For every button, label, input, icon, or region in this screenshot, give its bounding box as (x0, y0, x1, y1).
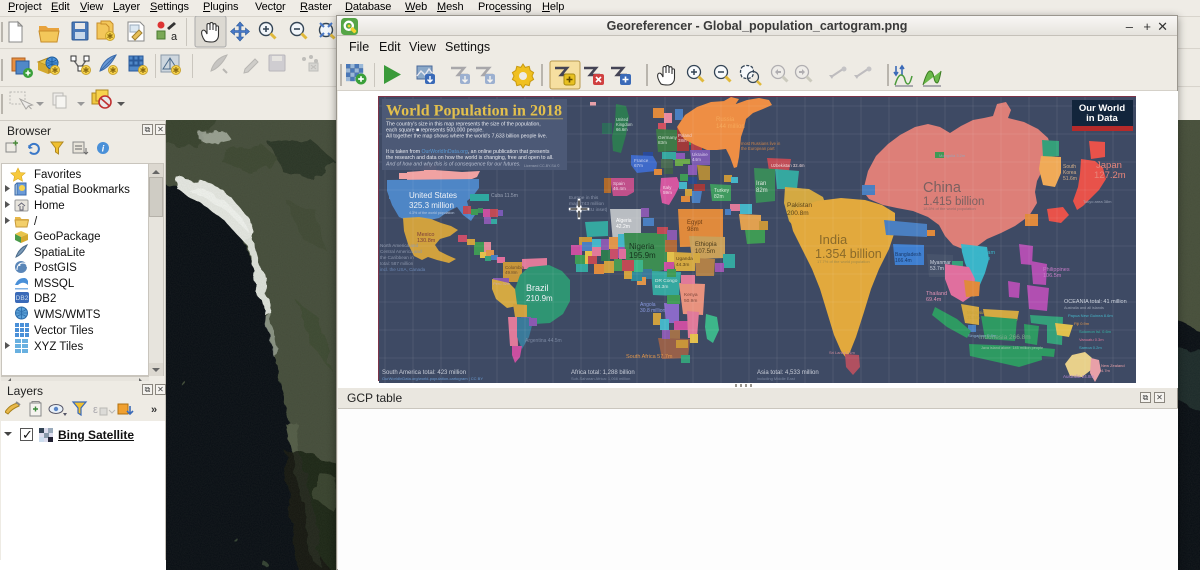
svg-text:Cuba 11.5m: Cuba 11.5m (491, 193, 518, 199)
svg-text:in Data: in Data (1086, 113, 1118, 124)
svg-text:Licensed CC-BY-SA ©: Licensed CC-BY-SA © (524, 164, 560, 168)
svg-text:166.4m: 166.4m (895, 258, 912, 264)
svg-text:325.3 million: 325.3 million (409, 201, 454, 210)
svg-text:144 million: 144 million (716, 124, 745, 130)
svg-text:incl. the USA, Canada: incl. the USA, Canada (380, 267, 426, 272)
svg-text:✱: ✱ (83, 66, 90, 75)
svg-text:53.7m: 53.7m (930, 266, 944, 272)
svg-text:the European part: the European part (741, 146, 775, 151)
svg-text:Tokyo area 38m: Tokyo area 38m (1083, 199, 1112, 204)
svg-text:107.5m: 107.5m (695, 249, 715, 255)
svg-text:And of how and why this is of: And of how and why this is of consequenc… (385, 162, 521, 168)
svg-text:Vector Tiles: Vector Tiles (34, 325, 94, 337)
svg-text:4.3% of the world population: 4.3% of the world population (409, 211, 454, 215)
svg-text:the research and data on how t: the research and data on how the world i… (386, 155, 554, 161)
svg-text:127.2m: 127.2m (1094, 170, 1126, 181)
svg-text:4.7m: 4.7m (1101, 368, 1111, 373)
svg-text:44.3m: 44.3m (676, 262, 689, 268)
svg-text:ε: ε (93, 404, 98, 416)
svg-text:Uzbekistan 32.4m: Uzbekistan 32.4m (771, 163, 805, 168)
svg-text:PostGIS: PostGIS (34, 262, 77, 274)
svg-text:XYZ Tiles: XYZ Tiles (34, 341, 83, 353)
svg-text:195.9m: 195.9m (629, 251, 656, 260)
svg-text:/: / (34, 216, 38, 228)
svg-text:66.6m: 66.6m (616, 127, 628, 132)
svg-text:Samoa 0.2m: Samoa 0.2m (1079, 345, 1102, 350)
svg-text:Ethiopia: Ethiopia (695, 242, 717, 248)
svg-text:50.9m: 50.9m (684, 298, 697, 304)
svg-text:82m: 82m (714, 194, 724, 200)
svg-text:Mongolia 3.2m: Mongolia 3.2m (939, 153, 966, 158)
svg-text:17.7% of the world population: 17.7% of the world population (817, 259, 870, 264)
svg-text:✱: ✱ (107, 32, 114, 41)
svg-text:DR Congo: DR Congo (655, 278, 678, 284)
svg-text:Central America and: Central America and (380, 249, 422, 254)
svg-text:GeoPackage: GeoPackage (34, 231, 101, 243)
svg-text:82m: 82m (756, 188, 768, 194)
svg-text:South Africa 57.7m: South Africa 57.7m (626, 354, 673, 360)
svg-text:Brazil: Brazil (526, 283, 549, 293)
svg-text:51.6m: 51.6m (1063, 176, 1077, 182)
svg-text:OurWorldInData.org/world-popul: OurWorldInData.org/world-population-cart… (382, 376, 483, 381)
svg-text:Egypt: Egypt (687, 220, 703, 226)
svg-text:Java island alone: 145 million: Java island alone: 145 million people (981, 346, 1043, 350)
svg-text:42.2m: 42.2m (616, 224, 630, 230)
svg-text:China: China (923, 180, 962, 196)
svg-text:200.8m: 200.8m (787, 210, 809, 217)
svg-text:Papua New Guinea 8.6m: Papua New Guinea 8.6m (1068, 313, 1113, 318)
svg-text:Iran: Iran (756, 181, 766, 187)
svg-text:✱: ✱ (173, 66, 180, 75)
svg-text:WMS/WMTS: WMS/WMTS (34, 309, 101, 321)
svg-text:Europe in this: Europe in this (569, 195, 599, 201)
svg-text:India: India (819, 232, 848, 247)
svg-text:Indonesia 266.8m: Indonesia 266.8m (979, 334, 1031, 341)
svg-text:map: 743 million: map: 743 million (569, 201, 604, 207)
svg-text:United States: United States (409, 191, 457, 200)
svg-text:Home: Home (34, 200, 65, 212)
svg-text:Peru 32m: Peru 32m (493, 281, 511, 286)
svg-text:DB2: DB2 (16, 295, 29, 302)
svg-text:✱: ✱ (140, 66, 147, 75)
svg-text:Pakistan: Pakistan (787, 202, 812, 209)
svg-text:Argentina 44.5m: Argentina 44.5m (525, 338, 562, 344)
svg-text:67m: 67m (634, 163, 643, 168)
svg-text:Australia 24.8m: Australia 24.8m (1063, 374, 1095, 379)
svg-text:DB2: DB2 (34, 293, 56, 305)
svg-text:✱: ✱ (52, 66, 59, 75)
svg-text:✱: ✱ (110, 66, 117, 75)
svg-text:38m: 38m (678, 138, 687, 143)
svg-text:Fiji 0.9m: Fiji 0.9m (1074, 321, 1090, 326)
svg-text:Nigeria: Nigeria (629, 242, 655, 251)
svg-text:»: » (151, 404, 157, 416)
svg-text:including Middle East: including Middle East (757, 376, 796, 381)
svg-text:130.8m: 130.8m (417, 238, 436, 244)
svg-text:Vanuatu 0.3m: Vanuatu 0.3m (1079, 337, 1104, 342)
svg-text:59m: 59m (663, 190, 672, 195)
svg-text:Kenya: Kenya (684, 292, 698, 298)
svg-text:Uganda: Uganda (676, 256, 693, 262)
svg-text:MSSQL: MSSQL (34, 278, 75, 290)
svg-text:83m: 83m (658, 140, 667, 145)
svg-text:SpatiaLite: SpatiaLite (34, 247, 85, 259)
svg-text:30.8 million: 30.8 million (640, 308, 666, 314)
svg-text:18.5% of the world population: 18.5% of the world population (923, 206, 976, 211)
svg-text:84.3m: 84.3m (655, 284, 668, 290)
svg-text:Favorites: Favorites (34, 169, 82, 181)
svg-text:Spatial Bookmarks: Spatial Bookmarks (34, 184, 130, 196)
svg-text:a: a (171, 31, 178, 43)
svg-text:Russia: Russia (716, 117, 735, 123)
svg-text:World Population in 2018: World Population in 2018 (386, 103, 562, 120)
svg-text:Australia and all islands: Australia and all islands (1064, 306, 1104, 310)
svg-text:96.5m: 96.5m (975, 256, 991, 262)
svg-text:All together the map shows whe: All together the map shows where the wor… (386, 134, 547, 140)
svg-text:Sub-Saharan Africa: 1,066 mill: Sub-Saharan Africa: 1,066 million (571, 376, 630, 381)
